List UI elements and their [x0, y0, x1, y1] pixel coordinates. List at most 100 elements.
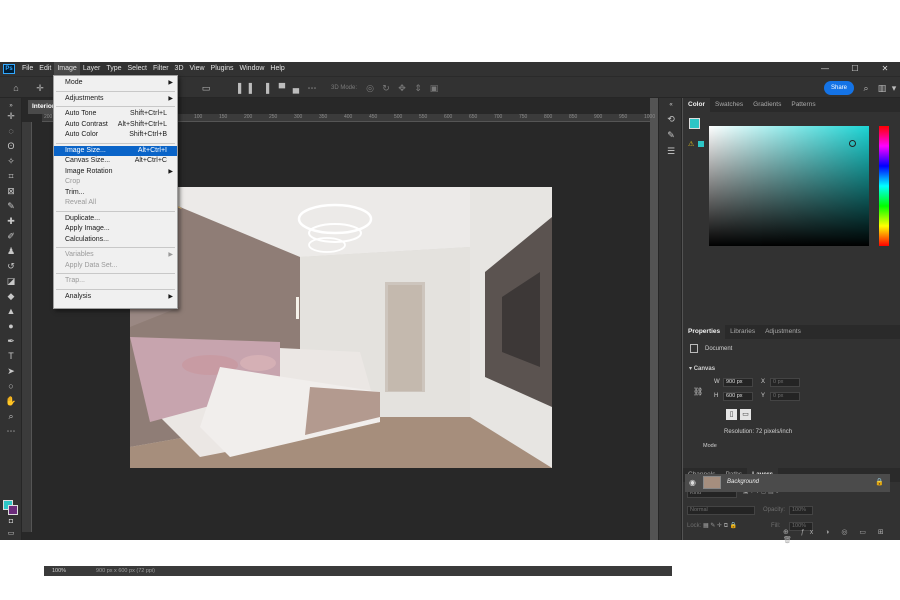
menu-item-auto-tone[interactable]: Auto Tone Shift+Ctrl+L: [54, 109, 177, 119]
eyedropper-tool-icon[interactable]: ✎: [4, 200, 18, 212]
hue-slider[interactable]: [879, 126, 889, 246]
home-icon[interactable]: ⌂: [10, 82, 22, 94]
more-options-icon[interactable]: ⋯: [306, 82, 318, 94]
canvas-section-title[interactable]: ▾ Canvas: [689, 365, 715, 372]
frame-tool-icon[interactable]: ⊠: [4, 185, 18, 197]
tab-libraries[interactable]: Libraries: [725, 325, 760, 339]
menu-file[interactable]: File: [19, 62, 36, 76]
menu-item-apply-image[interactable]: Apply Image...: [54, 224, 177, 234]
blur-tool-icon[interactable]: ▲: [4, 305, 18, 317]
move-tool-icon[interactable]: ✛: [4, 110, 18, 122]
menu-3d[interactable]: 3D: [172, 62, 187, 76]
3d-pan-icon[interactable]: ✥: [396, 82, 408, 94]
search-icon[interactable]: ⌕: [860, 82, 872, 94]
layer-row-background[interactable]: ◉ Background 🔒: [685, 474, 890, 492]
zoom-tool-icon[interactable]: ⌕: [4, 410, 18, 422]
zoom-level[interactable]: 100%: [52, 566, 66, 576]
menu-layer[interactable]: Layer: [80, 62, 104, 76]
height-field[interactable]: 600 px: [723, 392, 753, 401]
menu-image[interactable]: Image: [54, 62, 80, 76]
strip-collapse-icon[interactable]: «: [665, 102, 677, 114]
pen-tool-icon[interactable]: ✒: [4, 335, 18, 347]
move-tool-icon[interactable]: ✛: [34, 82, 46, 94]
align-left-icon[interactable]: ▐: [232, 82, 244, 94]
menu-item-auto-contrast[interactable]: Auto Contrast Alt+Shift+Ctrl+L: [54, 120, 177, 130]
share-button[interactable]: Share: [824, 81, 854, 95]
menu-view[interactable]: View: [187, 62, 208, 76]
menu-item-trim[interactable]: Trim...: [54, 188, 177, 198]
crop-tool-icon[interactable]: ⌗: [4, 170, 18, 182]
tab-adjustments[interactable]: Adjustments: [760, 325, 806, 339]
tab-color[interactable]: Color: [683, 98, 710, 112]
layers-footer-icons[interactable]: ⊕ ƒx ◑ ◎ ▭ ⊞ 🗑: [783, 528, 900, 544]
layer-name[interactable]: Background: [727, 479, 759, 485]
color-picker-cursor[interactable]: [849, 140, 856, 147]
maximize-button[interactable]: ☐: [840, 62, 870, 76]
menu-select[interactable]: Select: [125, 62, 150, 76]
screen-mode-icon[interactable]: ▭: [4, 528, 18, 540]
align-center-icon[interactable]: ▌: [246, 82, 258, 94]
magic-wand-tool-icon[interactable]: ✧: [4, 155, 18, 167]
workspace-chevron-icon[interactable]: ▾: [890, 82, 898, 94]
color-picker-field[interactable]: [709, 126, 869, 246]
type-tool-icon[interactable]: T: [4, 350, 18, 362]
menu-item-image-rotation[interactable]: Image Rotation ▶: [54, 167, 177, 177]
brush-settings-icon[interactable]: ✎: [665, 130, 677, 142]
tab-patterns[interactable]: Patterns: [786, 98, 820, 112]
close-button[interactable]: ✕: [870, 62, 900, 76]
canvas-image[interactable]: [130, 187, 552, 468]
eraser-tool-icon[interactable]: ◪: [4, 275, 18, 287]
3d-roll-icon[interactable]: ↻: [380, 82, 392, 94]
history-brush-tool-icon[interactable]: ↺: [4, 260, 18, 272]
history-panel-icon[interactable]: ⟲: [665, 114, 677, 126]
transform-controls-icon[interactable]: ▭: [200, 82, 212, 94]
menu-item-mode[interactable]: Mode ▶: [54, 78, 177, 88]
blend-mode-select[interactable]: Normal: [687, 506, 755, 515]
panel-foreground-swatch[interactable]: [689, 118, 700, 129]
edit-toolbar-icon[interactable]: ⋯: [4, 425, 18, 437]
lasso-tool-icon[interactable]: ʘ: [4, 140, 18, 152]
menu-item-canvas-size[interactable]: Canvas Size... Alt+Ctrl+C: [54, 156, 177, 166]
menu-item-image-size[interactable]: Image Size... Alt+Ctrl+I: [54, 145, 177, 156]
tab-gradients[interactable]: Gradients: [748, 98, 786, 112]
menu-item-auto-color[interactable]: Auto Color Shift+Ctrl+B: [54, 130, 177, 140]
document-info[interactable]: 900 px x 600 px (72 ppi): [96, 566, 155, 576]
menu-filter[interactable]: Filter: [150, 62, 172, 76]
3d-orbit-icon[interactable]: ◎: [364, 82, 376, 94]
menu-item-analysis[interactable]: Analysis ▶: [54, 292, 177, 302]
path-selection-tool-icon[interactable]: ➤: [4, 365, 18, 377]
layer-visibility-eye-icon[interactable]: ◉: [689, 478, 696, 487]
3d-scale-icon[interactable]: ▣: [428, 82, 440, 94]
menu-help[interactable]: Help: [267, 62, 287, 76]
lock-icons[interactable]: ▦ ✎ ✛ ⧉ 🔒: [703, 522, 737, 530]
menu-window[interactable]: Window: [237, 62, 268, 76]
menu-plugins[interactable]: Plugins: [208, 62, 237, 76]
landscape-orientation-icon[interactable]: ▭: [740, 409, 751, 420]
width-field[interactable]: 900 px: [723, 378, 753, 387]
paint-bucket-tool-icon[interactable]: ◆: [4, 290, 18, 302]
3d-slide-icon[interactable]: ⇕: [412, 82, 424, 94]
adjustments-panel-icon[interactable]: ☰: [665, 146, 677, 158]
minimize-button[interactable]: —: [810, 62, 840, 76]
quick-mask-icon[interactable]: ◘: [4, 516, 18, 528]
tab-properties[interactable]: Properties: [683, 325, 726, 339]
background-color-swatch[interactable]: [8, 505, 18, 515]
align-bottom-icon[interactable]: ▄: [290, 82, 302, 94]
hand-tool-icon[interactable]: ✋: [4, 395, 18, 407]
clone-stamp-tool-icon[interactable]: ♟: [4, 245, 18, 257]
align-right-icon[interactable]: ▐: [260, 82, 272, 94]
dodge-tool-icon[interactable]: ●: [4, 320, 18, 332]
tab-swatches[interactable]: Swatches: [710, 98, 748, 112]
y-field[interactable]: 0 px: [770, 392, 800, 401]
layer-lock-icon[interactable]: 🔒: [875, 478, 884, 486]
align-top-icon[interactable]: ▀: [276, 82, 288, 94]
menu-item-adjustments[interactable]: Adjustments ▶: [54, 94, 177, 104]
brush-tool-icon[interactable]: ✐: [4, 230, 18, 242]
healing-brush-tool-icon[interactable]: ✚: [4, 215, 18, 227]
link-dimensions-icon[interactable]: ⛓: [693, 387, 703, 396]
workspace-icon[interactable]: ▥: [876, 82, 888, 94]
marquee-tool-icon[interactable]: ◌: [4, 125, 18, 137]
x-field[interactable]: 0 px: [770, 378, 800, 387]
menu-item-duplicate[interactable]: Duplicate...: [54, 214, 177, 224]
portrait-orientation-icon[interactable]: ▯: [726, 409, 737, 420]
